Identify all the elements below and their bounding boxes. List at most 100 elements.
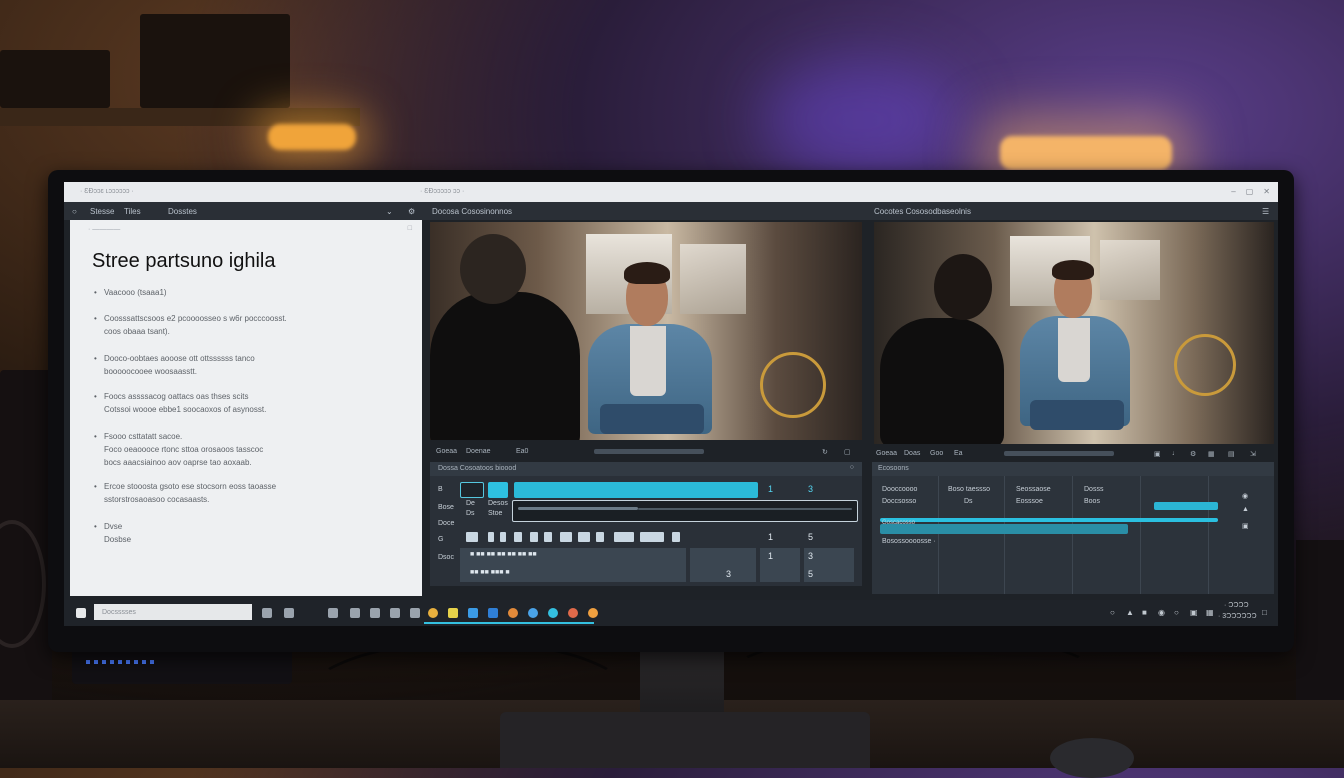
tray-date[interactable]: · 3ƆƆƆƆƆƆ xyxy=(1218,613,1257,620)
taskbar-app-icon[interactable] xyxy=(588,608,598,618)
menu-item[interactable]: Tiles xyxy=(124,207,141,216)
tray-clock[interactable]: · ƆƆƆƆ xyxy=(1224,602,1249,609)
tray-icon[interactable]: ▲ xyxy=(1126,608,1134,617)
audio-icon[interactable]: ♩ xyxy=(1172,450,1179,457)
taskbar-app-icon[interactable] xyxy=(508,608,518,618)
control-label[interactable]: Doas xyxy=(904,450,920,457)
taskbar-app-icon[interactable] xyxy=(568,608,578,618)
timeline-close-icon[interactable]: ○ xyxy=(850,464,854,471)
timeline-clip-video[interactable] xyxy=(488,482,508,498)
timeline-panel[interactable]: Dossa Cosoatoos bioood ○ B Bose Doce G D… xyxy=(430,462,862,586)
taskbar-app-icon[interactable] xyxy=(284,608,294,618)
fullscreen-icon[interactable]: ▢ xyxy=(844,448,851,456)
taskbar-app-icon[interactable] xyxy=(350,608,360,618)
grid-icon[interactable]: ▦ xyxy=(1208,450,1215,458)
video-viewer-right[interactable] xyxy=(874,222,1274,444)
taskbar-app-icon[interactable] xyxy=(410,608,420,618)
timeline-cell[interactable] xyxy=(690,548,756,582)
taskbar-search-input[interactable]: Docsssses xyxy=(94,604,252,620)
track-sub-label: De xyxy=(466,500,475,507)
control-label[interactable]: Goeaa xyxy=(436,448,457,455)
active-app-indicator xyxy=(424,622,594,624)
clip-block[interactable] xyxy=(514,532,522,542)
column-header[interactable]: Seossaose xyxy=(1016,486,1051,493)
settings-icon[interactable]: ⚙ xyxy=(408,207,415,216)
clip-block[interactable] xyxy=(560,532,572,542)
taskbar-app-icon[interactable] xyxy=(488,608,498,618)
clip-block[interactable] xyxy=(500,532,506,542)
purple-glow xyxy=(760,60,960,180)
bullet-dot: • xyxy=(94,482,97,491)
tray-icon[interactable]: ▦ xyxy=(1206,608,1214,617)
lock-icon[interactable]: ◉ xyxy=(1242,492,1248,500)
maximize-button[interactable]: ▢ xyxy=(1246,187,1254,196)
router xyxy=(72,648,292,684)
router-leds xyxy=(86,660,156,664)
video-viewer-left[interactable] xyxy=(430,222,862,440)
control-label[interactable]: Ea0 xyxy=(516,448,528,455)
notification-icon[interactable]: □ xyxy=(1262,608,1267,617)
control-label[interactable]: Ea xyxy=(954,450,963,457)
taskbar-app-icon[interactable] xyxy=(390,608,400,618)
taskbar-app-icon[interactable] xyxy=(468,608,478,618)
taskbar-app-icon[interactable] xyxy=(262,608,272,618)
camera-icon[interactable]: ▣ xyxy=(1154,450,1161,458)
app-menu-icon[interactable]: ○ xyxy=(72,207,77,216)
tray-icon[interactable]: ◉ xyxy=(1158,608,1165,617)
close-button[interactable]: ✕ xyxy=(1263,187,1270,196)
timeline-range-bar[interactable] xyxy=(880,518,1218,522)
timeline-cell[interactable] xyxy=(760,548,800,582)
minimize-button[interactable]: – xyxy=(1231,187,1235,196)
tray-icon[interactable]: ○ xyxy=(1110,608,1115,617)
clip-block[interactable] xyxy=(614,532,634,542)
tray-icon[interactable]: ■ xyxy=(1142,608,1147,617)
taskbar-app-icon[interactable] xyxy=(328,608,338,618)
timeline-range-bar[interactable] xyxy=(880,524,1128,534)
track-label: Dsoc xyxy=(438,554,454,561)
clip-block[interactable] xyxy=(640,532,664,542)
panel-menu-icon[interactable]: ☰ xyxy=(1262,207,1269,216)
clip-block[interactable] xyxy=(544,532,552,542)
volume-icon[interactable]: ▲ xyxy=(1242,506,1249,513)
taskbar-app-icon[interactable] xyxy=(428,608,438,618)
tray-icon[interactable]: ○ xyxy=(1174,608,1179,617)
taskbar-app-icon[interactable] xyxy=(548,608,558,618)
track-number: 3 xyxy=(726,569,732,579)
clip-block[interactable] xyxy=(596,532,604,542)
loop-icon[interactable]: ↻ xyxy=(822,448,828,456)
expand-icon[interactable]: ⇲ xyxy=(1250,450,1256,458)
column-header[interactable]: Dooccoooo xyxy=(882,486,917,493)
settings-icon[interactable]: ⚙ xyxy=(1190,450,1196,458)
playback-scrubber[interactable] xyxy=(594,449,704,454)
tray-icon[interactable]: ▣ xyxy=(1190,608,1198,617)
timeline-clip-audio[interactable] xyxy=(512,500,858,522)
column-header[interactable]: Boso taessso xyxy=(948,486,990,493)
playback-scrubber[interactable] xyxy=(1004,451,1114,456)
person-shirt xyxy=(630,326,666,396)
add-icon[interactable]: ▣ xyxy=(1242,522,1249,530)
taskbar-app-icon[interactable] xyxy=(370,608,380,618)
control-label[interactable]: Doenae xyxy=(466,448,491,455)
bike xyxy=(760,352,826,418)
window-light xyxy=(1100,240,1160,300)
start-button[interactable] xyxy=(76,608,86,618)
control-label[interactable]: Goo xyxy=(930,450,943,457)
taskbar-app-icon[interactable] xyxy=(528,608,538,618)
column-header[interactable]: Dosss xyxy=(1084,486,1103,493)
clip-block[interactable] xyxy=(488,532,494,542)
clip-block[interactable] xyxy=(530,532,538,542)
chevron-down-icon[interactable]: ⌄ xyxy=(386,207,393,216)
clip-block[interactable] xyxy=(672,532,680,542)
clip-block[interactable] xyxy=(466,532,478,542)
control-label[interactable]: Goeaa xyxy=(876,450,897,457)
doc-close-icon[interactable]: □ xyxy=(408,225,412,232)
timeline-clip-video[interactable] xyxy=(514,482,758,498)
person-foreground xyxy=(430,292,580,440)
clip-block[interactable] xyxy=(578,532,590,542)
track-toggle[interactable] xyxy=(460,482,484,498)
export-icon[interactable]: ▤ xyxy=(1228,450,1235,458)
menu-item[interactable]: Stesse xyxy=(90,207,114,216)
taskbar-app-icon[interactable] xyxy=(448,608,458,618)
app-menubar: ○ Stesse Tiles Dosstes ⌄ ⚙ Docosa Cososi… xyxy=(64,202,1278,220)
menu-item[interactable]: Dosstes xyxy=(168,207,197,216)
